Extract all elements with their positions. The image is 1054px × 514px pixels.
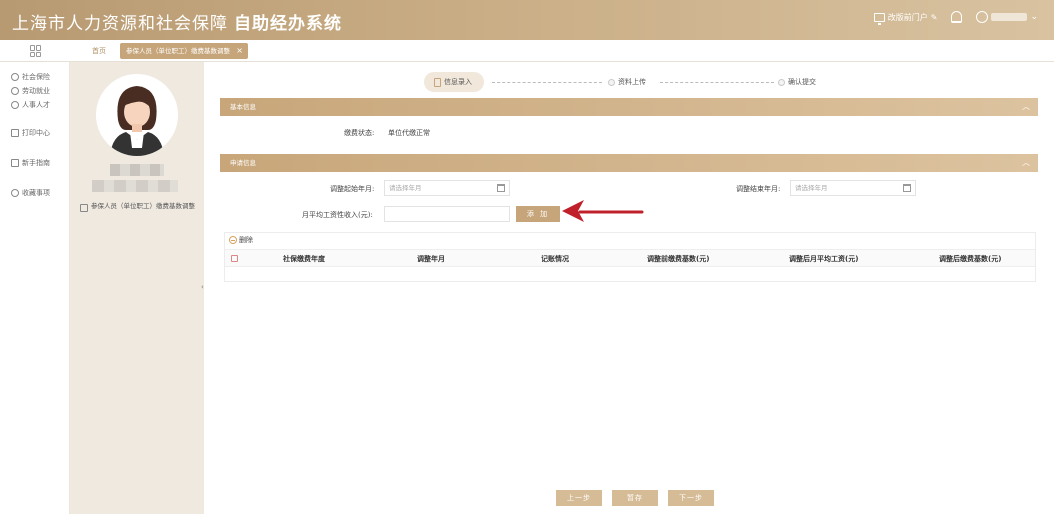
- step-connector: [492, 82, 602, 83]
- app-title-sub: 自助经办系统: [234, 14, 342, 34]
- section-title: 基本信息: [230, 103, 256, 111]
- add-button[interactable]: 添 加: [516, 206, 560, 222]
- nav-item-favorites[interactable]: 收藏事项: [0, 186, 69, 200]
- old-portal-link[interactable]: 改版前门户 ✎: [873, 12, 938, 25]
- col-header: 调整后缴费基数(元): [939, 255, 1002, 263]
- user-menu[interactable]: ⌄: [976, 11, 1038, 23]
- step-confirm: 确认提交: [778, 72, 816, 92]
- step-connector: [660, 82, 774, 83]
- app-title-main: 上海市人力资源和社会保障: [12, 14, 228, 34]
- person-icon: [11, 87, 19, 95]
- chevron-down-icon: ⌄: [1030, 12, 1038, 22]
- step-label: 资料上传: [618, 78, 646, 86]
- form-icon: [80, 204, 88, 212]
- red-arrow-annotation: [562, 200, 644, 222]
- start-month-input[interactable]: 请选择年月: [384, 180, 510, 196]
- nav-label: 社会保险: [22, 73, 50, 81]
- end-month-placeholder: 请选择年月: [795, 184, 828, 192]
- chevron-up-icon[interactable]: ︿: [1022, 98, 1030, 116]
- app-header: 上海市人力资源和社会保障 自助经办系统 改版前门户 ✎ ⌄: [0, 0, 1054, 40]
- nav-label: 打印中心: [22, 129, 50, 137]
- close-icon[interactable]: ×: [236, 43, 243, 59]
- profile-panel: 参保人员（单位职工）缴费基数调整: [70, 62, 204, 514]
- col-header: 记账情况: [541, 255, 569, 263]
- col-header: 调整后月平均工资(元): [789, 255, 859, 263]
- grid-menu-icon[interactable]: [30, 45, 42, 57]
- user-name-redacted: [991, 13, 1028, 21]
- nav-label: 人事人才: [22, 101, 50, 109]
- tab-home[interactable]: 首页: [92, 46, 106, 56]
- old-portal-label: 改版前门户: [887, 12, 928, 22]
- step-dot-icon: [608, 78, 615, 86]
- people-icon: [11, 101, 19, 109]
- nav-item-employment[interactable]: 劳动就业: [0, 84, 69, 98]
- user-id-blurred: [92, 180, 178, 192]
- app-title: 上海市人力资源和社会保障 自助经办系统: [12, 9, 342, 34]
- progress-steps: 信息录入 资料上传 确认提交: [424, 72, 844, 92]
- header-actions: 改版前门户 ✎ ⌄: [873, 11, 1038, 25]
- user-icon: [976, 11, 989, 23]
- printer-icon: [11, 129, 19, 137]
- section-title: 申请信息: [230, 159, 256, 167]
- end-month-input[interactable]: 请选择年月: [790, 180, 916, 196]
- step-dot-icon: [778, 78, 785, 86]
- calendar-icon: [903, 184, 911, 192]
- chevron-up-icon[interactable]: ︿: [1022, 154, 1030, 172]
- profile-service-link[interactable]: 参保人员（单位职工）缴费基数调整: [80, 202, 196, 212]
- pencil-icon: ✎: [930, 12, 938, 22]
- left-nav: 社会保险 劳动就业 人事人才 打印中心 新手指南 收藏事项: [0, 62, 70, 514]
- tabs-bar: 首页 参保人员（单位职工）缴费基数调整 ×: [0, 40, 1054, 62]
- step-label: 信息录入: [444, 78, 472, 86]
- next-button[interactable]: 下一步: [668, 490, 714, 506]
- income-input[interactable]: [384, 206, 510, 222]
- document-icon: [434, 77, 441, 87]
- nav-label: 新手指南: [22, 159, 50, 167]
- step-upload: 资料上传: [608, 72, 646, 92]
- select-all-checkbox[interactable]: [231, 255, 238, 262]
- avatar-woman-icon: [96, 74, 178, 156]
- bell-icon[interactable]: [951, 11, 963, 23]
- user-name-blurred: [110, 164, 164, 176]
- delete-label: 删除: [239, 236, 253, 244]
- star-icon: [11, 189, 19, 197]
- status-value: 单位代缴正常: [388, 129, 430, 137]
- nav-label: 收藏事项: [22, 189, 50, 197]
- adjust-table: 删除 社保缴费年度 调整年月 记账情况 调整前缴费基数(元) 调整后月平均工资(…: [224, 232, 1036, 282]
- monitor-icon: [873, 12, 885, 25]
- main-content: 信息录入 资料上传 确认提交 基本信息 ︿ 缴费状态: 单位代缴正常 申请信息 …: [204, 62, 1054, 514]
- start-month-placeholder: 请选择年月: [389, 184, 422, 192]
- guide-icon: [11, 159, 19, 167]
- col-header: 调整年月: [417, 255, 445, 263]
- col-header: 调整前缴费基数(元): [647, 255, 710, 263]
- tab-active-label: 参保人员（单位职工）缴费基数调整: [126, 47, 230, 55]
- delete-button[interactable]: 删除: [229, 235, 253, 245]
- tab-contribution-adjust[interactable]: 参保人员（单位职工）缴费基数调整 ×: [120, 43, 248, 59]
- shield-icon: [11, 73, 19, 81]
- calendar-icon: [497, 184, 505, 192]
- start-month-label: 调整起始年月:: [330, 185, 375, 193]
- nav-label: 劳动就业: [22, 87, 50, 95]
- col-header: 社保缴费年度: [283, 255, 325, 263]
- nav-item-social-insurance[interactable]: 社会保险: [0, 70, 69, 84]
- avatar: [96, 74, 178, 156]
- income-label: 月平均工资性收入(元):: [302, 211, 373, 219]
- nav-item-print-center[interactable]: 打印中心: [0, 126, 69, 140]
- nav-item-guide[interactable]: 新手指南: [0, 156, 69, 170]
- prev-button[interactable]: 上一步: [556, 490, 602, 506]
- nav-item-personnel[interactable]: 人事人才: [0, 98, 69, 112]
- table-header: 社保缴费年度 调整年月 记账情况 调整前缴费基数(元) 调整后月平均工资(元) …: [225, 249, 1035, 267]
- section-basic-info[interactable]: 基本信息 ︿: [220, 98, 1038, 116]
- section-apply-info[interactable]: 申请信息 ︿: [220, 154, 1038, 172]
- footer-actions: 上一步 暂存 下一步: [556, 490, 714, 506]
- save-draft-button[interactable]: 暂存: [612, 490, 658, 506]
- profile-link-label: 参保人员（单位职工）缴费基数调整: [91, 202, 195, 210]
- end-month-label: 调整结束年月:: [736, 185, 781, 193]
- minus-circle-icon: [229, 236, 237, 244]
- step-info-entry: 信息录入: [424, 72, 484, 92]
- status-label: 缴费状态:: [344, 129, 375, 137]
- step-label: 确认提交: [788, 78, 816, 86]
